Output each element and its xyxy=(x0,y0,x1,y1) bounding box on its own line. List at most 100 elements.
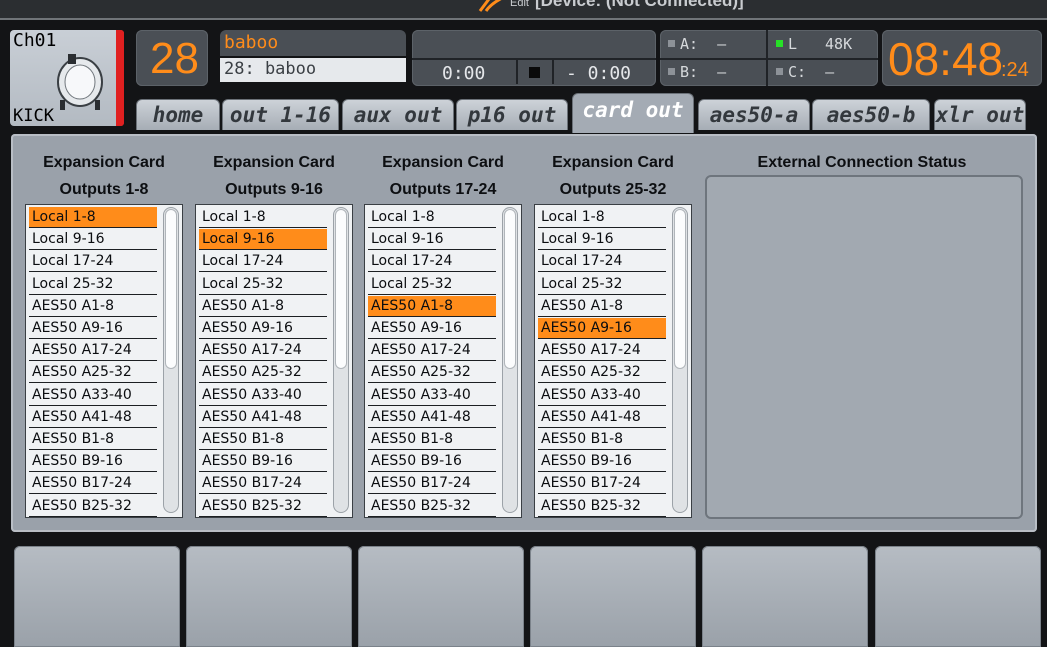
main-frame: Ch01 KICK 28 baboo 28: baboo 0:00 - 0:00… xyxy=(0,18,1047,647)
list-item[interactable]: AES50 A17-24 xyxy=(538,340,666,362)
list-item[interactable]: AES50 B1-8 xyxy=(538,429,666,450)
scrollbar-thumb[interactable] xyxy=(165,209,177,369)
list-item[interactable]: Local 1-8 xyxy=(538,207,666,228)
list-scrollbar[interactable] xyxy=(333,207,349,513)
list-item[interactable]: AES50 A25-32 xyxy=(538,362,666,384)
list-item[interactable]: AES50 B17-24 xyxy=(538,473,666,495)
list-item[interactable]: AES50 A1-8 xyxy=(538,296,666,317)
column-2-head-line1: Expansion Card xyxy=(213,154,335,171)
tab-card-out[interactable]: card out xyxy=(572,93,694,133)
selected-channel-number: 28 xyxy=(150,34,199,83)
list-item[interactable]: AES50 B9-16 xyxy=(199,451,327,473)
list-item[interactable]: Local 17-24 xyxy=(538,251,666,273)
list-item[interactable]: Local 9-16 xyxy=(538,229,666,251)
list-item[interactable]: AES50 A25-32 xyxy=(29,362,157,384)
list-item[interactable]: Local 25-32 xyxy=(29,274,157,295)
list-scrollbar[interactable] xyxy=(163,207,179,513)
list-item[interactable]: Local 1-8 xyxy=(368,207,496,228)
list-item[interactable]: Local 17-24 xyxy=(368,251,496,273)
output-source-list-3[interactable]: AES50 B25-32 AES50 B17-24 AES50 B9-16 AES50… xyxy=(364,204,522,518)
list-item[interactable]: Local 1-8 xyxy=(29,207,157,228)
soft-button-1[interactable] xyxy=(14,546,180,647)
list-item[interactable]: Local 25-32 xyxy=(199,274,327,295)
list-item[interactable]: AES50 A41-48 xyxy=(368,407,496,428)
status-hdivider xyxy=(660,58,878,60)
list-item[interactable]: Local 25-32 xyxy=(538,274,666,295)
status-a-led xyxy=(668,40,675,47)
column-4-head-line2: Outputs 25-32 xyxy=(559,181,667,198)
clock-seconds: :24 xyxy=(1001,59,1029,81)
soft-button-6[interactable] xyxy=(875,546,1041,647)
list-item[interactable]: AES50 B1-8 xyxy=(199,429,327,450)
list-item[interactable]: AES50 A25-32 xyxy=(199,362,327,384)
soft-button-5[interactable] xyxy=(702,546,868,647)
list-item[interactable]: AES50 B9-16 xyxy=(368,451,496,473)
list-item[interactable]: AES50 A41-48 xyxy=(538,407,666,428)
list-item[interactable]: AES50 B9-16 xyxy=(29,451,157,473)
list-item[interactable]: AES50 A17-24 xyxy=(368,340,496,362)
list-item[interactable]: AES50 A9-16 xyxy=(29,318,157,339)
channel-name: KICK xyxy=(13,106,54,126)
scrollbar-thumb[interactable] xyxy=(504,209,516,369)
list-item[interactable]: AES50 A41-48 xyxy=(29,407,157,428)
list-item[interactable]: AES50 B17-24 xyxy=(368,473,496,495)
list-item[interactable]: AES50 B17-24 xyxy=(199,473,327,495)
list-item[interactable]: AES50 A9-16 xyxy=(368,318,496,339)
scrollbar-thumb[interactable] xyxy=(674,209,686,369)
list-item[interactable]: AES50 A33-40 xyxy=(199,385,327,406)
tab-p16-out[interactable]: p16 out xyxy=(456,99,568,130)
list-item[interactable]: AES50 B9-16 xyxy=(538,451,666,473)
tab-out-1-16[interactable]: out 1-16 xyxy=(222,99,339,130)
output-source-list-1[interactable]: AES50 B25-32 AES50 B17-24 AES50 B9-16 AES50… xyxy=(25,204,183,518)
tab-aes50-b[interactable]: aes50-b xyxy=(812,99,930,130)
soft-button-4[interactable] xyxy=(530,546,696,647)
selected-channel-display: 28 xyxy=(136,30,208,86)
list-item[interactable]: AES50 A9-16 xyxy=(199,318,327,339)
list-item[interactable]: AES50 A1-8 xyxy=(29,296,157,317)
list-item[interactable]: AES50 A33-40 xyxy=(538,385,666,406)
list-item[interactable]: AES50 A9-16 xyxy=(538,318,666,339)
output-source-list-4[interactable]: AES50 B25-32 AES50 B17-24 AES50 B9-16 AES50… xyxy=(534,204,692,518)
name-bottom-text: 28: baboo xyxy=(224,59,317,79)
list-item[interactable]: AES50 A17-24 xyxy=(199,340,327,362)
stop-icon[interactable] xyxy=(529,67,540,78)
list-item[interactable]: AES50 B25-32 xyxy=(199,496,327,517)
app-logo-icon xyxy=(478,0,502,12)
list-item[interactable]: AES50 A33-40 xyxy=(29,385,157,406)
list-scrollbar[interactable] xyxy=(672,207,688,513)
status-b-value: – xyxy=(717,63,727,81)
list-item[interactable]: AES50 B17-24 xyxy=(29,473,157,495)
list-item[interactable]: AES50 A25-32 xyxy=(368,362,496,384)
list-item[interactable]: Local 17-24 xyxy=(29,251,157,273)
tab-aes50-a[interactable]: aes50-a xyxy=(698,99,810,130)
tab-home[interactable]: home xyxy=(136,99,220,130)
list-item[interactable]: AES50 A41-48 xyxy=(199,407,327,428)
output-source-list-2[interactable]: AES50 B25-32 AES50 B17-24 AES50 B9-16 AES50… xyxy=(195,204,353,518)
list-item[interactable]: Local 17-24 xyxy=(199,251,327,273)
channel-color-strip xyxy=(116,30,124,126)
list-item[interactable]: AES50 A33-40 xyxy=(368,385,496,406)
list-item[interactable]: AES50 B1-8 xyxy=(29,429,157,450)
column-header-3: Expansion Card Outputs 17-24 xyxy=(358,149,528,203)
list-item[interactable]: AES50 B25-32 xyxy=(538,496,666,517)
soft-button-2[interactable] xyxy=(186,546,352,647)
status-l-value: 48K xyxy=(825,35,853,53)
list-item[interactable]: AES50 A17-24 xyxy=(29,340,157,362)
soft-button-3[interactable] xyxy=(358,546,524,647)
list-item[interactable]: Local 25-32 xyxy=(368,274,496,295)
list-item[interactable]: Local 9-16 xyxy=(29,229,157,251)
list-item[interactable]: Local 9-16 xyxy=(199,229,327,251)
list-item[interactable]: AES50 B1-8 xyxy=(368,429,496,450)
tab-xlr-out[interactable]: xlr out xyxy=(934,99,1026,130)
list-item[interactable]: Local 9-16 xyxy=(368,229,496,251)
list-scrollbar[interactable] xyxy=(502,207,518,513)
list-item[interactable]: Local 1-8 xyxy=(199,207,327,228)
clock-display: 08:48 :24 xyxy=(882,30,1042,86)
list-item[interactable]: AES50 B25-32 xyxy=(368,496,496,517)
list-item[interactable]: AES50 B25-32 xyxy=(29,496,157,517)
scrollbar-thumb[interactable] xyxy=(335,209,347,369)
tab-aux-out[interactable]: aux out xyxy=(342,99,454,130)
channel-select[interactable]: Ch01 KICK xyxy=(10,30,124,126)
list-item[interactable]: AES50 A1-8 xyxy=(368,295,496,317)
list-item[interactable]: AES50 A1-8 xyxy=(199,296,327,317)
